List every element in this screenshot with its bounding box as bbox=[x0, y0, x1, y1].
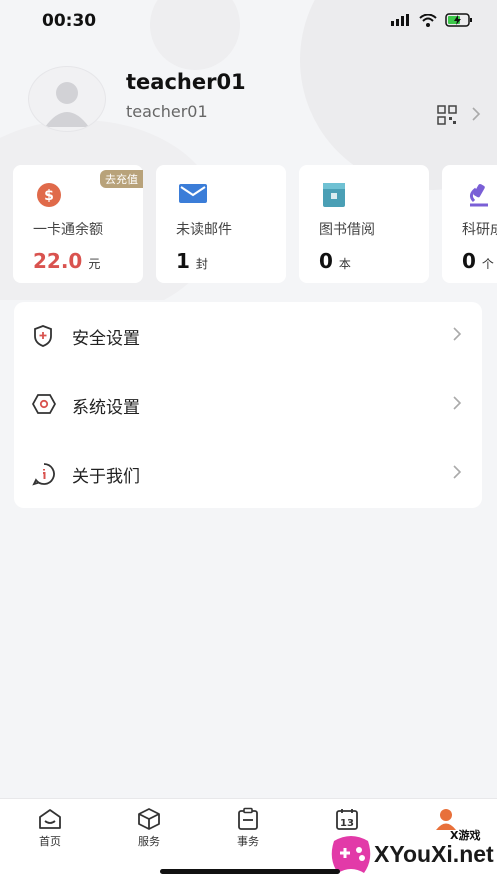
info-bubble-icon bbox=[32, 463, 55, 486]
home-icon bbox=[39, 809, 61, 829]
card-value: 0 bbox=[319, 249, 333, 273]
card-value: 22.0 bbox=[33, 249, 83, 273]
card-unit: 个 bbox=[481, 257, 494, 271]
tab-label: 首页 bbox=[39, 835, 61, 848]
profile-chevron-icon[interactable] bbox=[471, 106, 481, 122]
card-label: 一卡通余额 bbox=[33, 222, 103, 238]
book-icon bbox=[323, 183, 345, 207]
settings-item-about[interactable]: 关于我们 bbox=[14, 440, 482, 508]
chevron-right-icon bbox=[453, 327, 462, 341]
tab-label: 服务 bbox=[138, 835, 160, 848]
avatar[interactable] bbox=[28, 66, 106, 132]
qr-code-icon[interactable] bbox=[437, 105, 457, 125]
card-research[interactable]: 科研成 0个 bbox=[442, 165, 497, 283]
default-avatar-icon bbox=[45, 82, 89, 127]
card-label: 科研成 bbox=[462, 222, 497, 238]
chevron-right-icon bbox=[453, 396, 462, 410]
tab-affairs[interactable]: 事务 bbox=[218, 807, 278, 849]
cube-icon bbox=[138, 808, 160, 830]
settings-item-system[interactable]: 系统设置 bbox=[14, 371, 482, 439]
tab-home[interactable]: 首页 bbox=[20, 807, 80, 849]
tab-label: 事务 bbox=[237, 835, 259, 848]
profile-username: teacher01 bbox=[126, 102, 208, 121]
card-label: 图书借阅 bbox=[319, 222, 375, 238]
signal-icon bbox=[391, 14, 409, 26]
card-card-balance[interactable]: 去充值 $ 一卡通余额 22.0 元 bbox=[13, 165, 143, 283]
settings-item-label: 系统设置 bbox=[72, 398, 140, 418]
chevron-right-icon bbox=[453, 465, 462, 479]
status-time: 00:30 bbox=[42, 11, 97, 31]
card-unit: 封 bbox=[195, 257, 208, 271]
card-value: 0 bbox=[462, 249, 476, 273]
settings-list: 安全设置 系统设置 关于我们 bbox=[14, 302, 482, 508]
microscope-icon bbox=[469, 184, 488, 207]
gear-hexagon-icon bbox=[32, 394, 56, 414]
dollar-coin-icon: $ bbox=[37, 183, 61, 207]
card-unit: 元 bbox=[88, 257, 101, 271]
card-library-borrow[interactable]: 图书借阅 0本 bbox=[299, 165, 429, 283]
home-indicator bbox=[160, 869, 340, 874]
recharge-badge[interactable]: 去充值 bbox=[100, 170, 143, 188]
settings-item-security[interactable]: 安全设置 bbox=[14, 302, 482, 370]
tab-services[interactable]: 服务 bbox=[119, 807, 179, 849]
card-label: 未读邮件 bbox=[176, 222, 232, 238]
shield-icon bbox=[34, 325, 52, 347]
card-value: 1 bbox=[176, 249, 190, 273]
mail-icon bbox=[179, 184, 207, 203]
watermark-site: XYouXi.net bbox=[374, 841, 494, 867]
status-bar: 00:30 bbox=[0, 0, 497, 44]
card-unread-mail[interactable]: 未读邮件 1封 bbox=[156, 165, 286, 283]
settings-item-label: 安全设置 bbox=[72, 329, 140, 349]
battery-charging-icon bbox=[445, 13, 472, 27]
settings-item-label: 关于我们 bbox=[72, 467, 140, 487]
card-unit: 本 bbox=[338, 257, 351, 271]
clipboard-icon bbox=[238, 807, 258, 830]
wifi-icon bbox=[419, 13, 437, 27]
watermark: X游戏 XYouXi.net bbox=[326, 825, 496, 883]
profile-name: teacher01 bbox=[126, 70, 246, 94]
svg-text:$: $ bbox=[44, 188, 54, 204]
